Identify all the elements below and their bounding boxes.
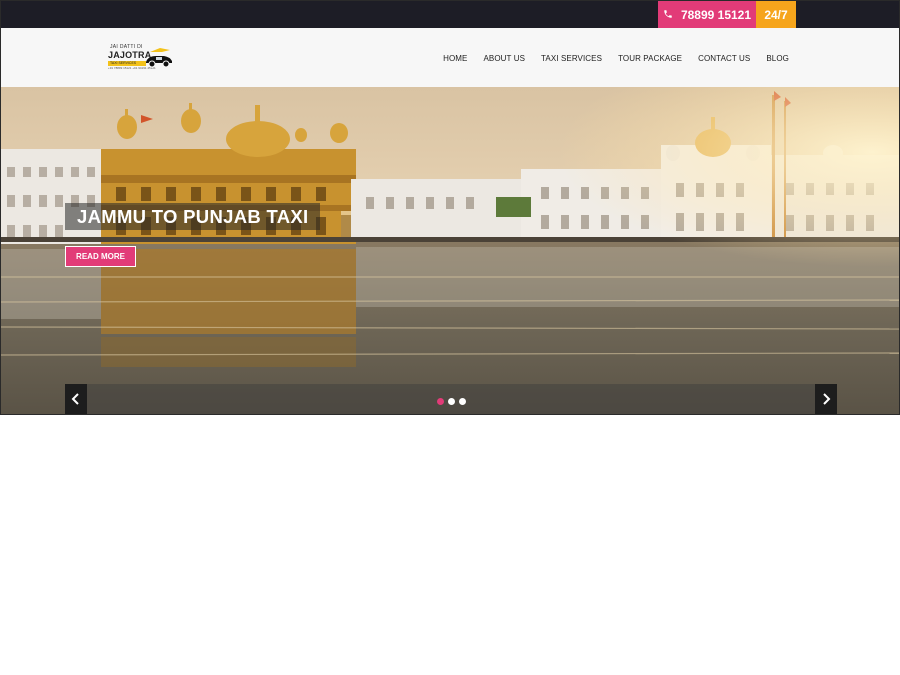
site-header: JAI DATTI DI JAJOTRA TAXI SERVICES +91 7… <box>1 28 899 88</box>
chevron-left-icon <box>71 393 79 405</box>
chevron-right-icon <box>823 393 831 405</box>
slide-dot-3[interactable] <box>459 398 466 405</box>
car-logo-icon <box>146 48 172 68</box>
next-slide-button[interactable] <box>815 384 837 414</box>
nav-tour-package[interactable]: TOUR PACKAGE <box>618 54 682 63</box>
slide-title: JAMMU TO PUNJAB TAXI <box>65 203 321 230</box>
read-more-button[interactable]: READ MORE <box>65 246 136 267</box>
nav-about-us[interactable]: ABOUT US <box>483 54 525 63</box>
previous-slide-button[interactable] <box>65 384 87 414</box>
hero-slider: JAMMU TO PUNJAB TAXI READ MORE <box>1 87 899 414</box>
site-logo[interactable]: JAI DATTI DI JAJOTRA TAXI SERVICES +91 7… <box>108 44 174 70</box>
top-bar: 78899 15121 24/7 <box>1 1 899 28</box>
slide-dot-2[interactable] <box>448 398 455 405</box>
slide-dot-1[interactable] <box>437 398 444 405</box>
slide-indicators <box>437 398 466 405</box>
page-frame: 78899 15121 24/7 JAI DATTI DI JAJOTRA TA… <box>0 0 900 415</box>
phone-icon <box>663 8 673 22</box>
nav-contact-us[interactable]: CONTACT US <box>698 54 750 63</box>
nav-blog[interactable]: BLOG <box>766 54 789 63</box>
nav-taxi-services[interactable]: TAXI SERVICES <box>541 54 602 63</box>
main-nav: HOME ABOUT US TAXI SERVICES TOUR PACKAGE… <box>427 54 789 63</box>
phone-number-box[interactable]: 78899 15121 <box>658 1 756 28</box>
phone-number: 78899 15121 <box>680 7 752 22</box>
nav-home[interactable]: HOME <box>443 54 467 63</box>
hours-badge: 24/7 <box>756 1 796 28</box>
